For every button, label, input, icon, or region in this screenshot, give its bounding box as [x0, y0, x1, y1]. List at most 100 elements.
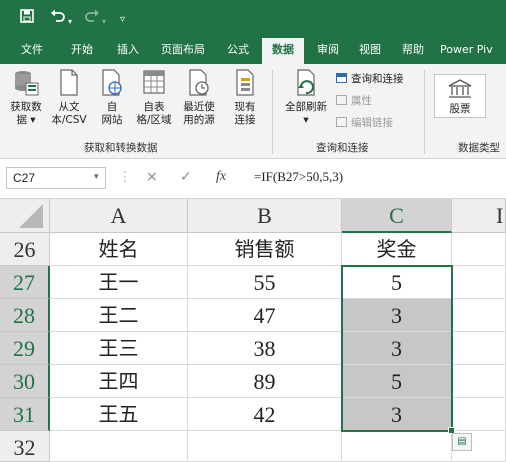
- cell-d30[interactable]: [452, 365, 506, 398]
- name-box[interactable]: C27: [6, 167, 106, 189]
- cell-d31[interactable]: [452, 398, 506, 431]
- tab-help[interactable]: 帮助: [392, 38, 434, 64]
- cell-c31[interactable]: 3: [342, 398, 452, 431]
- cell-b28[interactable]: 47: [188, 299, 342, 332]
- tab-data[interactable]: 数据: [262, 38, 304, 64]
- cell-d26[interactable]: [452, 233, 506, 266]
- cell-a31[interactable]: 王五: [50, 398, 188, 431]
- database-icon: [15, 71, 39, 96]
- edit-links-button[interactable]: 编辑链接: [336, 116, 393, 130]
- row-header-26[interactable]: 26: [0, 233, 50, 266]
- cell-c32[interactable]: [342, 431, 452, 462]
- row-header-27[interactable]: 27: [0, 266, 50, 299]
- name-box-dropdown-icon[interactable]: ▾: [94, 172, 99, 182]
- select-all-corner[interactable]: [0, 199, 50, 233]
- get-data-button[interactable]: 获取数 据 ▾: [6, 68, 46, 127]
- tab-page-layout[interactable]: 页面布局: [152, 38, 214, 64]
- recent-sources-label-1: 最近使: [183, 101, 215, 113]
- existing-connections-label-2: 连接: [234, 114, 256, 126]
- cell-b30[interactable]: 89: [188, 365, 342, 398]
- cell-c29[interactable]: 3: [342, 332, 452, 365]
- properties-button[interactable]: 属性: [336, 94, 372, 108]
- column-header-b[interactable]: B: [188, 199, 342, 233]
- row-header-30[interactable]: 30: [0, 365, 50, 398]
- cell-a28[interactable]: 王二: [50, 299, 188, 332]
- refresh-icon: [297, 69, 315, 96]
- cell-c30[interactable]: 5: [342, 365, 452, 398]
- ribbon-tabs: 文件 开始 插入 页面布局 公式 数据 审阅 视图 帮助 Power Piv: [0, 38, 506, 64]
- tab-insert[interactable]: 插入: [108, 38, 148, 64]
- tab-file[interactable]: 文件: [10, 38, 54, 64]
- refresh-all-button[interactable]: 全部刷新 ▾: [280, 68, 332, 127]
- queries-connections-label: 查询和连接: [351, 73, 404, 85]
- customize-toolbar-icon[interactable]: ▿: [120, 11, 125, 29]
- existing-connections-button[interactable]: 现有 连接: [226, 68, 264, 127]
- recent-sources-button[interactable]: 最近使 用的源: [178, 68, 220, 127]
- queries-group-label: 查询和连接: [316, 142, 369, 154]
- tab-view[interactable]: 视图: [350, 38, 390, 64]
- redo-icon[interactable]: [84, 9, 100, 27]
- cell-a29[interactable]: 王三: [50, 332, 188, 365]
- cell-b26[interactable]: 销售额: [188, 233, 342, 266]
- tab-power-pivot[interactable]: Power Piv: [440, 38, 506, 64]
- cell-b32[interactable]: [188, 431, 342, 462]
- cell-c27[interactable]: 5: [342, 266, 452, 299]
- column-header-c[interactable]: C: [342, 199, 452, 233]
- queries-connections-button[interactable]: 查询和连接: [336, 72, 404, 86]
- cell-a27[interactable]: 王一: [50, 266, 188, 299]
- formula-bar: C27 ▾ ⋮ × ✓ fx =IF(B27>50,5,3): [0, 159, 506, 199]
- column-header-a[interactable]: A: [50, 199, 188, 233]
- row-header-28[interactable]: 28: [0, 299, 50, 332]
- ribbon: 获取数 据 ▾ 从文 本/CSV 自 网站 自表 格/区域 最近使 用的源 现有…: [0, 64, 506, 159]
- bank-icon: [448, 79, 472, 98]
- cell-a26[interactable]: 姓名: [50, 233, 188, 266]
- cell-a30[interactable]: 王四: [50, 365, 188, 398]
- insert-function-icon[interactable]: fx: [216, 169, 226, 185]
- cell-d27[interactable]: [452, 266, 506, 299]
- undo-dropdown-icon[interactable]: ▾: [68, 13, 72, 31]
- table-icon: [143, 70, 165, 94]
- tab-review[interactable]: 审阅: [308, 38, 348, 64]
- tab-home[interactable]: 开始: [60, 38, 104, 64]
- refresh-all-label-1: 全部刷新: [285, 101, 327, 113]
- row-header-32[interactable]: 32: [0, 431, 50, 462]
- save-icon[interactable]: [20, 9, 34, 27]
- column-header-d[interactable]: I: [452, 199, 506, 233]
- tab-formulas[interactable]: 公式: [218, 38, 258, 64]
- redo-dropdown-icon[interactable]: ▾: [102, 13, 106, 31]
- cell-c26[interactable]: 奖金: [342, 233, 452, 266]
- text-file-icon: [60, 69, 78, 96]
- recent-sources-icon: [189, 69, 209, 96]
- get-data-label-1: 获取数: [10, 101, 42, 113]
- stocks-button[interactable]: 股票: [432, 74, 488, 118]
- cell-c28[interactable]: 3: [342, 299, 452, 332]
- get-data-label-2: 据 ▾: [16, 114, 36, 126]
- cell-d28[interactable]: [452, 299, 506, 332]
- from-web-label-2: 网站: [101, 114, 123, 126]
- enter-icon[interactable]: ✓: [180, 169, 192, 185]
- cell-d29[interactable]: [452, 332, 506, 365]
- cancel-icon[interactable]: ×: [146, 169, 158, 185]
- from-web-button[interactable]: 自 网站: [94, 68, 130, 127]
- row-header-29[interactable]: 29: [0, 332, 50, 365]
- formula-bar-grip-icon: ⋮: [118, 169, 132, 185]
- group-divider: [272, 70, 273, 154]
- select-all-icon: [19, 204, 43, 228]
- formula-input[interactable]: =IF(B27>50,5,3): [254, 169, 343, 185]
- cell-a32[interactable]: [50, 431, 188, 462]
- from-table-range-button[interactable]: 自表 格/区域: [132, 68, 176, 127]
- undo-icon[interactable]: [50, 9, 66, 27]
- cell-b29[interactable]: 38: [188, 332, 342, 365]
- spreadsheet-grid: A B C I 26 姓名 销售额 奖金 27 王一 55 5 28 王二 47…: [0, 199, 506, 462]
- stocks-tile: 股票: [434, 74, 486, 118]
- row-header-31[interactable]: 31: [0, 398, 50, 431]
- from-text-csv-button[interactable]: 从文 本/CSV: [48, 68, 90, 127]
- cell-b27[interactable]: 55: [188, 266, 342, 299]
- get-transform-group-label: 获取和转换数据: [84, 142, 158, 154]
- refresh-all-label-2: ▾: [303, 114, 309, 126]
- cell-b31[interactable]: 42: [188, 398, 342, 431]
- recent-sources-label-2: 用的源: [183, 114, 215, 126]
- properties-label: 属性: [351, 95, 372, 107]
- queries-icon: [336, 73, 347, 83]
- quick-analysis-button[interactable]: ▤: [452, 433, 472, 451]
